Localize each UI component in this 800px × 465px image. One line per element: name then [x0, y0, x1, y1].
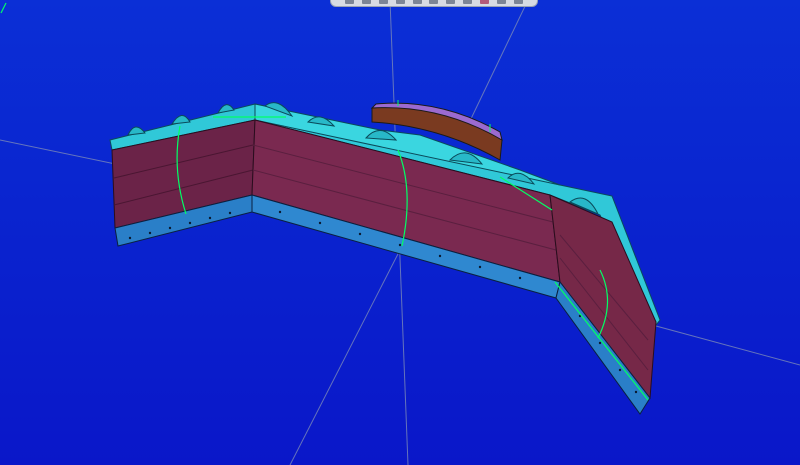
view-top-icon[interactable]: [361, 0, 371, 4]
axis-triad-icon: [0, 2, 7, 14]
model-canvas[interactable]: [0, 0, 800, 465]
zoom-icon[interactable]: [412, 0, 422, 4]
color-icon[interactable]: [497, 0, 507, 4]
view-toolbar: [330, 0, 538, 7]
top-axis-line: [467, 0, 529, 126]
lower-axis-line: [289, 249, 401, 465]
moldboard: [111, 119, 657, 400]
render-mode-icon[interactable]: [463, 0, 473, 4]
fit-icon[interactable]: [429, 0, 439, 4]
section-icon[interactable]: [446, 0, 456, 4]
view-front-icon[interactable]: [344, 0, 354, 4]
3d-viewport[interactable]: [0, 0, 800, 465]
settings-icon[interactable]: [513, 0, 523, 4]
measure-icon[interactable]: [480, 0, 490, 4]
pan-icon[interactable]: [395, 0, 405, 4]
rotate-icon[interactable]: [378, 0, 388, 4]
